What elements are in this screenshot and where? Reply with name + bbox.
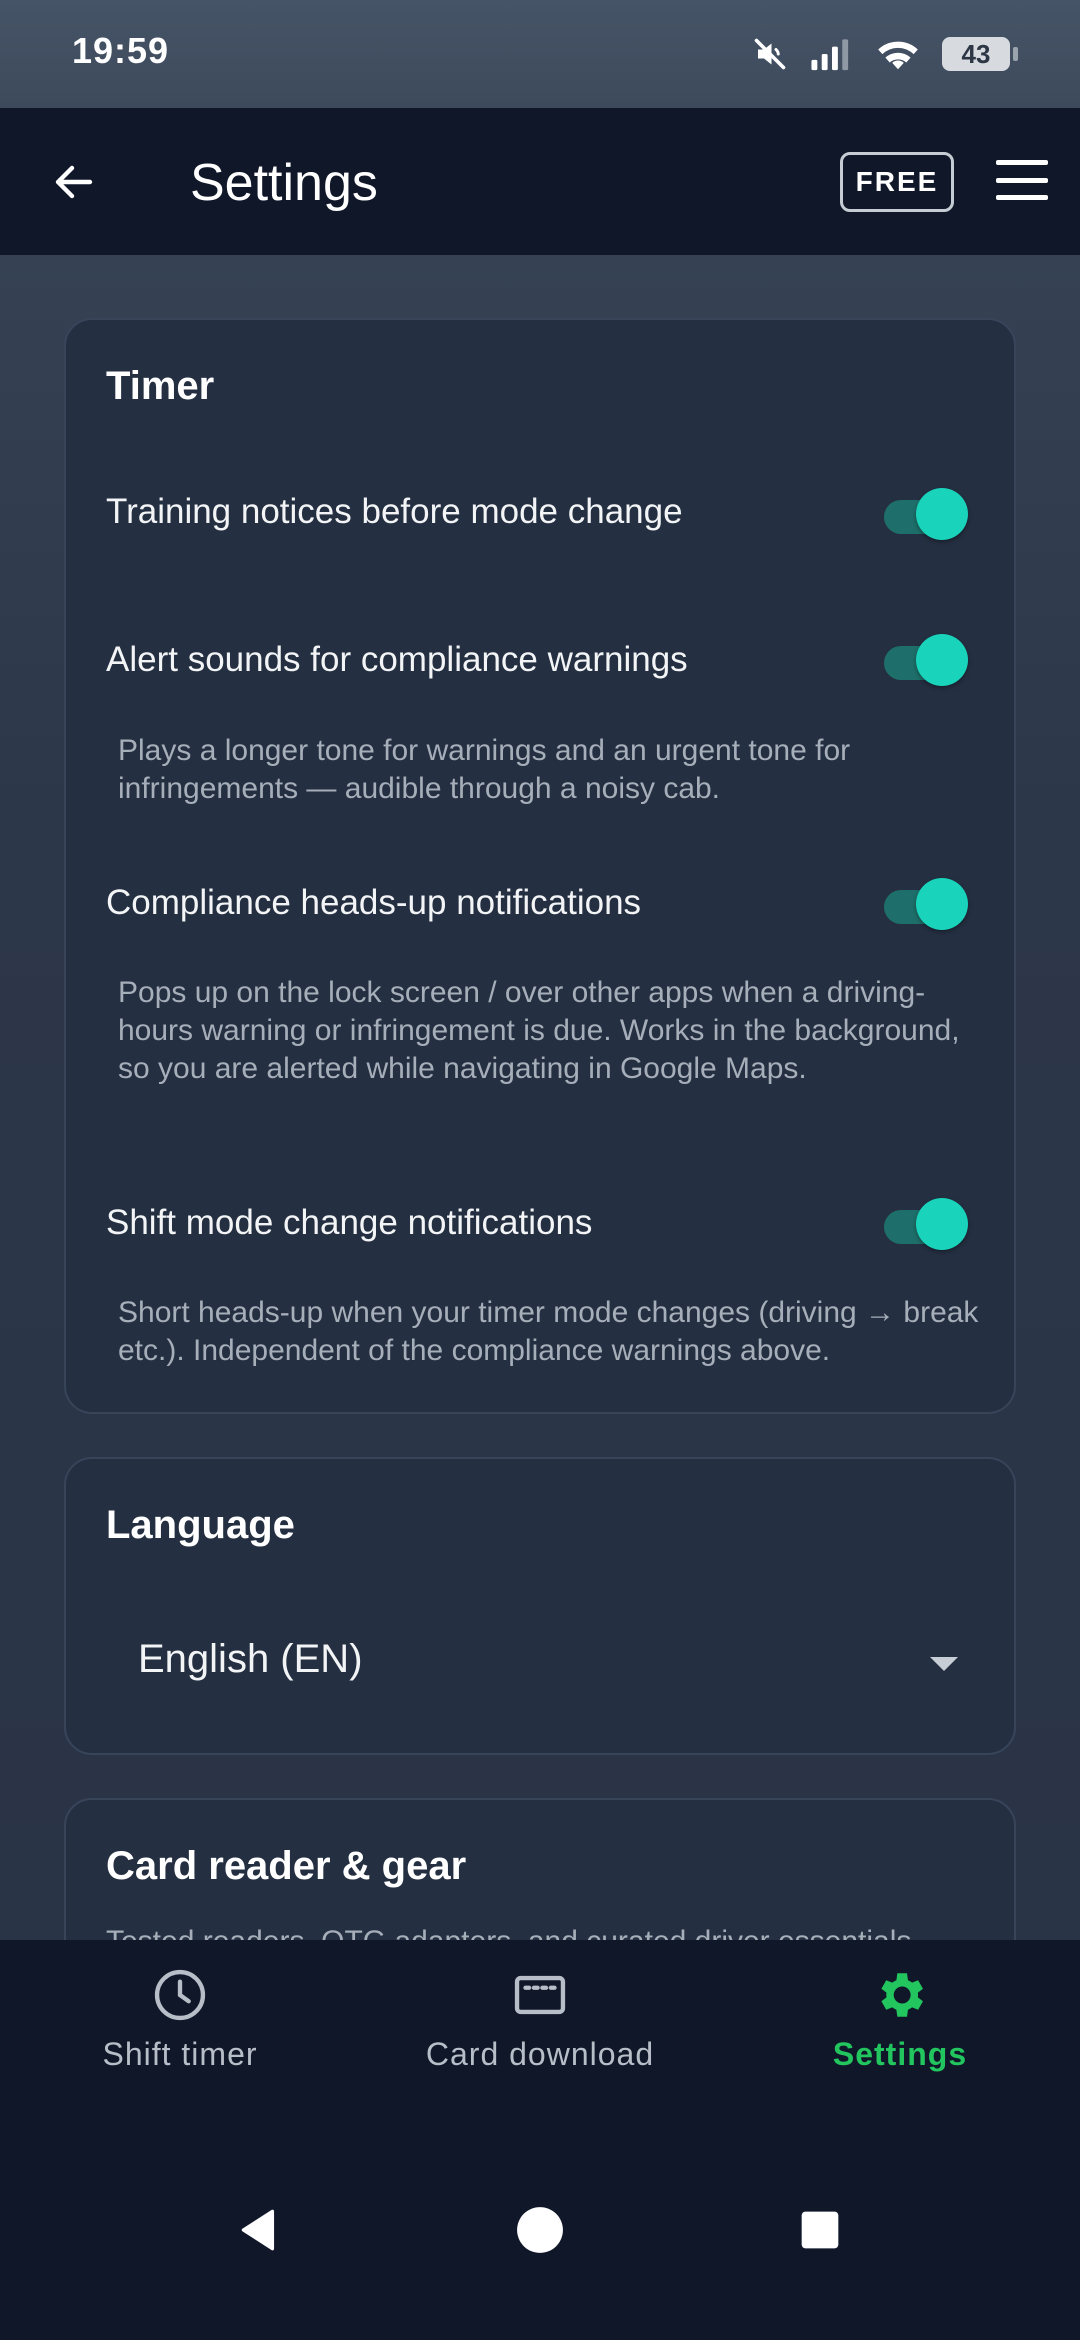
toggle-heads-up[interactable] (880, 876, 970, 932)
status-bar: 19:59 43 (0, 0, 1080, 108)
status-time: 19:59 (72, 30, 170, 71)
system-home-button[interactable] (490, 2180, 590, 2280)
setting-desc-alert-sounds: Plays a longer tone for warnings and an … (118, 734, 851, 805)
toggle-alert-sounds[interactable] (880, 632, 970, 688)
setting-label-training-notices: Training notices before mode change (106, 492, 683, 531)
settings-screen: 19:59 43 Settings FREE Timer Training no… (0, 0, 1080, 2340)
nav-label-shift-timer: Shift timer (102, 2036, 258, 2072)
bottom-nav: Shift timer Card download Settings (0, 1940, 1080, 2120)
nav-item-shift-timer[interactable]: Shift timer (30, 1966, 330, 2106)
setting-label-heads-up: Compliance heads-up notifications (106, 883, 642, 922)
square-recents-icon (801, 2211, 839, 2249)
status-icons: 43 (752, 30, 1018, 78)
nav-item-settings[interactable]: Settings (750, 1966, 1050, 2106)
language-dropdown[interactable]: English (EN) (138, 1627, 958, 1697)
setting-desc-shift-mode: Short heads-up when your timer mode chan… (118, 1296, 979, 1367)
card-reader-icon (514, 1975, 566, 2015)
setting-label-shift-mode: Shift mode change notifications (106, 1203, 593, 1242)
page-title: Settings (190, 154, 378, 212)
language-selected-value: English (EN) (138, 1637, 363, 1681)
system-nav-bar (0, 2120, 1080, 2340)
dropdown-arrow-icon (930, 1657, 958, 1671)
mute-icon (754, 38, 786, 70)
nav-label-settings: Settings (832, 2036, 968, 2072)
hamburger-menu-icon[interactable] (996, 160, 1048, 200)
system-back-button[interactable] (210, 2180, 310, 2280)
system-recents-button[interactable] (770, 2180, 870, 2280)
back-button[interactable] (44, 152, 104, 212)
gear-card-title: Card reader & gear (106, 1844, 467, 1888)
signal-icon (811, 39, 849, 71)
setting-desc-heads-up: Pops up on the lock screen / over other … (118, 976, 960, 1085)
triangle-back-icon (241, 2209, 275, 2251)
setting-label-alert-sounds: Alert sounds for compliance warnings (106, 640, 688, 679)
arrow-left-icon (55, 165, 93, 199)
free-badge[interactable]: FREE (840, 152, 954, 212)
nav-item-card-download[interactable]: Card download (390, 1966, 690, 2106)
timer-card-title: Timer (106, 364, 215, 408)
nav-label-card-download: Card download (425, 2036, 655, 2072)
toggle-training-notices[interactable] (880, 486, 970, 542)
circle-home-icon (517, 2207, 563, 2253)
clock-icon (154, 1969, 206, 2021)
wifi-icon (878, 41, 918, 70)
language-card: Language English (EN) (64, 1457, 1016, 1755)
battery-icon: 43 (942, 37, 1018, 71)
app-bar: Settings FREE (0, 108, 1080, 255)
language-card-title: Language (106, 1503, 295, 1547)
gear-icon (881, 1973, 923, 2017)
toggle-shift-mode[interactable] (880, 1196, 970, 1252)
timer-card: Timer Training notices before mode chang… (64, 318, 1016, 1414)
